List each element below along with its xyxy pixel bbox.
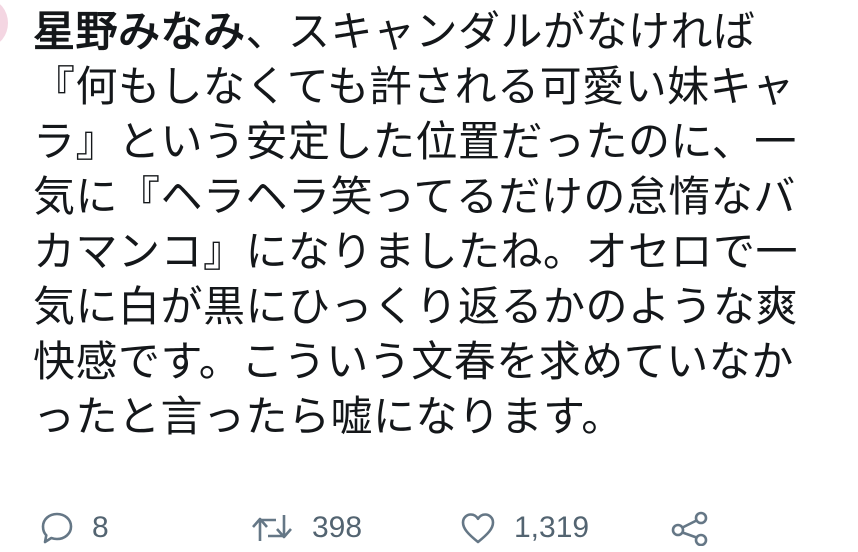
like-count: 1,319 bbox=[514, 511, 590, 544]
tweet-line: 『何もしなくても許される可愛い妹キャ bbox=[33, 62, 795, 111]
share-button[interactable] bbox=[670, 510, 730, 546]
tweet-line: 気に白が黒にひっくり返るかのような爽 bbox=[33, 282, 799, 331]
tweet-line: ったと言ったら嘘になります。 bbox=[33, 392, 624, 441]
reply-icon bbox=[40, 511, 74, 545]
tweet-author-mention[interactable]: 星野みなみ bbox=[33, 7, 246, 56]
retweet-icon bbox=[250, 511, 294, 545]
share-icon bbox=[670, 510, 710, 546]
like-button[interactable]: 1,319 bbox=[460, 511, 670, 545]
reply-count: 8 bbox=[92, 511, 109, 544]
tweet-action-bar: 8 398 1,319 bbox=[40, 510, 840, 546]
tweet-line: 星野みなみ、スキャンダルがなければ bbox=[33, 4, 848, 59]
reply-button[interactable]: 8 bbox=[40, 511, 250, 545]
avatar[interactable] bbox=[0, 0, 8, 46]
tweet-line-text: 、スキャンダルがなければ bbox=[245, 7, 756, 56]
retweet-count: 398 bbox=[312, 511, 363, 544]
retweet-button[interactable]: 398 bbox=[250, 511, 460, 545]
tweet-line: カマンコ』になりましたね。オセロで一 bbox=[33, 227, 799, 276]
heart-icon bbox=[460, 511, 496, 545]
tweet-line: ラ』という安定した位置だったのに、一 bbox=[33, 117, 797, 166]
tweet-text: 星野みなみ、スキャンダルがなければ 『何もしなくても許される可愛い妹キャ ラ』と… bbox=[33, 4, 848, 444]
tweet-line: 快感です。こういう文春を求めていなか bbox=[33, 337, 794, 386]
tweet-line: 気に『ヘラヘラ笑ってるだけの怠惰なバ bbox=[33, 172, 796, 221]
